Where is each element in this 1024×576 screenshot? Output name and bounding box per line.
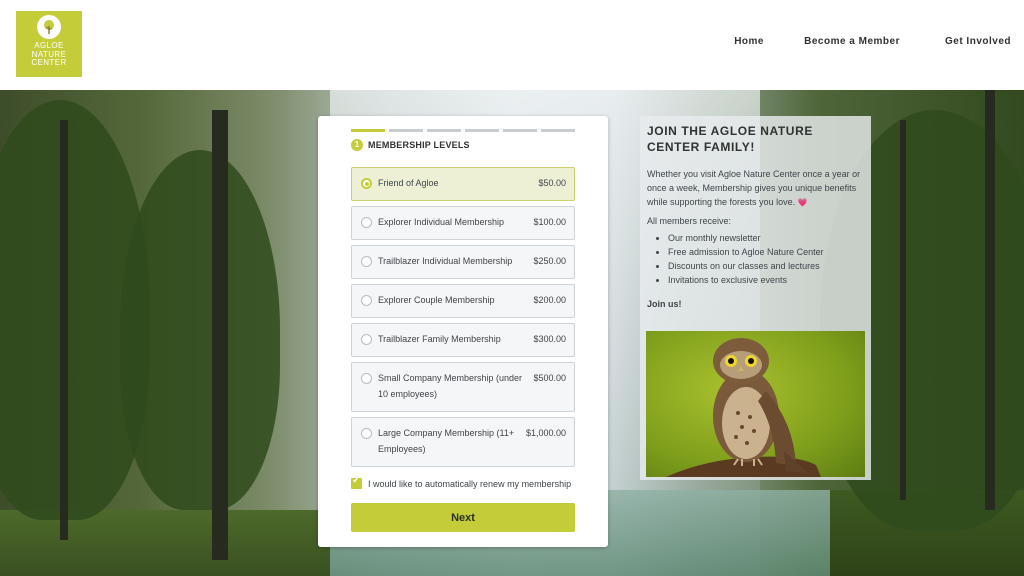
info-intro: Whether you visit Agloe Nature Center on… <box>647 167 865 210</box>
logo-text: AGLOE NATURE CENTER <box>31 41 67 68</box>
info-title-line: CENTER FAMILY! <box>647 140 755 154</box>
radio-button[interactable] <box>361 334 372 345</box>
auto-renew-row[interactable]: I would like to automatically renew my m… <box>351 475 571 489</box>
radio-button[interactable] <box>361 295 372 306</box>
option-price: $50.00 <box>538 178 566 188</box>
tree-icon <box>37 15 61 39</box>
option-price: $200.00 <box>533 295 566 305</box>
membership-option[interactable]: Explorer Individual Membership $100.00 <box>351 206 575 240</box>
membership-form: 1 MEMBERSHIP LEVELS Friend of Agloe $50.… <box>318 116 608 547</box>
benefit-item: Our monthly newsletter <box>668 231 865 245</box>
tree-trunk <box>60 120 68 540</box>
option-price: $100.00 <box>533 217 566 227</box>
radio-button[interactable] <box>361 428 372 439</box>
benefit-item: Free admission to Agloe Nature Center <box>668 245 865 259</box>
option-label: Friend of Agloe <box>378 178 439 188</box>
tree-trunk <box>985 90 995 510</box>
option-price: $500.00 <box>533 373 566 383</box>
membership-option[interactable]: Trailblazer Family Membership $300.00 <box>351 323 575 357</box>
tree-trunk <box>900 120 906 500</box>
logo-text-line: CENTER <box>31 58 67 67</box>
join-us-text: Join us! <box>647 299 682 309</box>
option-label: Trailblazer Family Membership <box>378 334 501 344</box>
progress-segment <box>427 129 461 132</box>
radio-button[interactable] <box>361 373 372 384</box>
owl-photo <box>646 331 865 477</box>
nav-link-home[interactable]: Home <box>734 36 764 47</box>
benefit-item: Discounts on our classes and lectures <box>668 259 865 273</box>
site-logo[interactable]: AGLOE NATURE CENTER <box>16 11 82 77</box>
heart-icon: 💗 <box>797 198 808 207</box>
option-price: $250.00 <box>533 256 566 266</box>
auto-renew-checkbox[interactable] <box>351 475 362 489</box>
option-label: Explorer Couple Membership <box>378 295 495 305</box>
site-header: AGLOE NATURE CENTER Home Become a Member… <box>0 0 1024 90</box>
next-button[interactable]: Next <box>351 503 575 532</box>
step-heading: 1 MEMBERSHIP LEVELS <box>351 139 470 151</box>
progress-segment <box>389 129 423 132</box>
membership-info-panel: JOIN THE AGLOE NATURE CENTER FAMILY! Whe… <box>640 116 871 480</box>
benefit-item: Invitations to exclusive events <box>668 273 865 287</box>
foliage <box>120 150 280 510</box>
option-label: Explorer Individual Membership <box>378 217 505 227</box>
membership-option[interactable]: Large Company Membership (11+ Employees)… <box>351 417 575 467</box>
option-label: Small Company Membership (under 10 emplo… <box>378 373 523 399</box>
nav-link-get-involved[interactable]: Get Involved <box>945 36 1011 47</box>
radio-button[interactable] <box>361 217 372 228</box>
step-title: MEMBERSHIP LEVELS <box>368 140 470 150</box>
progress-segment <box>541 129 575 132</box>
membership-option[interactable]: Friend of Agloe $50.00 <box>351 167 575 201</box>
members-receive-text: All members receive: <box>647 216 732 226</box>
nav-link-become-member[interactable]: Become a Member <box>804 36 900 47</box>
option-label: Large Company Membership (11+ Employees) <box>378 428 515 454</box>
progress-segment <box>465 129 499 132</box>
intro-text: Whether you visit Agloe Nature Center on… <box>647 169 861 207</box>
membership-options: Friend of Agloe $50.00 Explorer Individu… <box>351 167 575 472</box>
radio-button[interactable] <box>361 178 372 189</box>
option-price: $300.00 <box>533 334 566 344</box>
option-label: Trailblazer Individual Membership <box>378 256 513 266</box>
radio-button[interactable] <box>361 256 372 267</box>
step-number-badge: 1 <box>351 139 363 151</box>
info-title: JOIN THE AGLOE NATURE CENTER FAMILY! <box>647 123 865 155</box>
membership-option[interactable]: Trailblazer Individual Membership $250.0… <box>351 245 575 279</box>
option-price: $1,000.00 <box>525 428 566 438</box>
membership-option[interactable]: Small Company Membership (under 10 emplo… <box>351 362 575 412</box>
auto-renew-label[interactable]: I would like to automatically renew my m… <box>368 479 571 489</box>
tree-trunk <box>212 110 228 560</box>
progress-segment <box>503 129 537 132</box>
step-progress-bar <box>351 129 575 132</box>
benefits-list: Our monthly newsletter Free admission to… <box>668 231 865 287</box>
membership-option[interactable]: Explorer Couple Membership $200.00 <box>351 284 575 318</box>
progress-segment <box>351 129 385 132</box>
info-title-line: JOIN THE AGLOE NATURE <box>647 124 813 138</box>
